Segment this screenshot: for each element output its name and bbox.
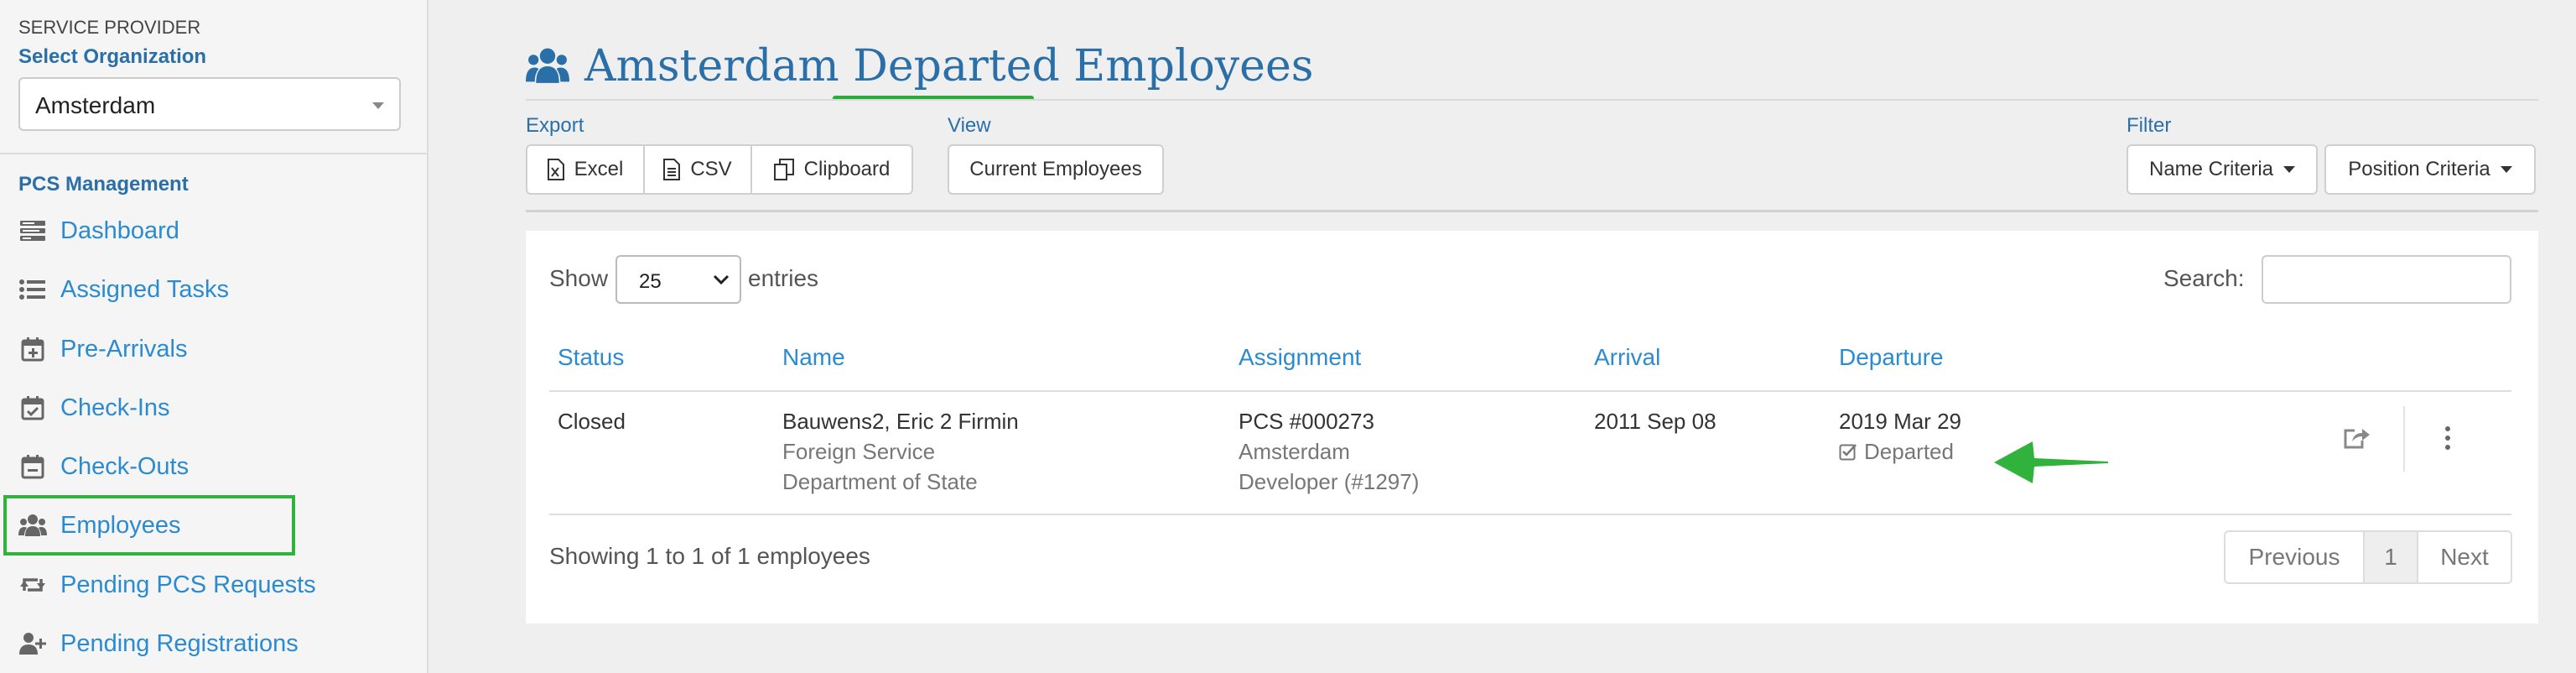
pagination: Previous 1 Next [2224, 530, 2512, 584]
user-plus-icon [18, 629, 47, 658]
employee-name: Bauwens2, Eric 2 Firmin [782, 409, 1019, 434]
sidebar-item-label: Pre-Arrivals [60, 335, 188, 363]
name-criteria-label: Name Criteria [2148, 158, 2274, 180]
assignment-position: Developer (#1297) [1239, 469, 1420, 494]
more-vertical-icon[interactable] [2444, 426, 2452, 450]
retweet-icon [18, 571, 47, 599]
departure-status-text: Departed [1864, 439, 1954, 464]
column-header-assignment[interactable]: Assignment [1239, 344, 1361, 371]
position-criteria-label: Position Criteria [2348, 158, 2490, 180]
sidebar-item-label: Pending Registrations [60, 629, 299, 657]
csv-button-label: CSV [690, 158, 732, 180]
calendar-minus-icon [18, 452, 47, 481]
assignment-number: PCS #000273 [1239, 409, 1374, 434]
current-employees-label: Current Employees [969, 158, 1142, 180]
sidebar-item-check-outs[interactable]: Check-Outs [18, 450, 189, 483]
chevron-down-icon [713, 269, 730, 290]
previous-page-button[interactable]: Previous [2225, 532, 2365, 582]
users-icon [526, 47, 569, 86]
organization-select-value: Amsterdam [35, 92, 156, 118]
current-employees-button[interactable]: Current Employees [948, 144, 1164, 195]
checkbox-checked-icon [1839, 442, 1857, 461]
kebab-dot [2445, 445, 2450, 450]
assignment-location: Amsterdam [1239, 439, 1350, 464]
table-info-text: Showing 1 to 1 of 1 employees [549, 543, 870, 569]
caret-down-icon [2283, 166, 2296, 173]
sidebar: SERVICE PROVIDER Select Organization Ams… [0, 0, 428, 673]
sidebar-item-label: Check-Ins [60, 394, 170, 421]
row-assignment: PCS #000273 Amsterdam Developer (#1297) [1239, 406, 1419, 497]
search-input[interactable] [2262, 255, 2511, 304]
sidebar-item-check-ins[interactable]: Check-Ins [18, 391, 170, 425]
list-icon [18, 275, 47, 304]
entries-label: entries [748, 265, 819, 291]
row-arrival: 2011 Sep 08 [1594, 406, 1716, 436]
calendar-plus-icon [18, 335, 47, 363]
column-header-arrival[interactable]: Arrival [1594, 344, 1660, 371]
row-status: Closed [558, 406, 626, 436]
sidebar-item-dashboard[interactable]: Dashboard [18, 214, 179, 248]
sidebar-item-pending-registrations[interactable]: Pending Registrations [18, 627, 299, 660]
clipboard-button-label: Clipboard [803, 158, 891, 180]
excel-button[interactable]: Excel [526, 144, 645, 195]
status-text: Closed [558, 409, 626, 434]
excel-button-label: Excel [574, 158, 624, 180]
excel-file-icon [547, 159, 564, 180]
view-label: View [948, 114, 991, 137]
search-label: Search: [2163, 265, 2245, 291]
position-criteria-dropdown[interactable]: Position Criteria [2324, 144, 2536, 195]
sidebar-item-assigned-tasks[interactable]: Assigned Tasks [18, 273, 229, 306]
annotation-arrow-icon [1992, 436, 2110, 493]
kebab-dot [2445, 436, 2450, 441]
column-header-status[interactable]: Status [558, 344, 624, 371]
departure-status: Departed [1839, 436, 1961, 467]
row-departure: 2019 Mar 29 Departed [1839, 406, 1961, 467]
caret-down-icon [372, 102, 384, 109]
sidebar-item-label: Dashboard [60, 217, 179, 244]
copy-icon [773, 159, 794, 180]
employee-agency: Foreign Service [782, 439, 936, 464]
page-title-text: Amsterdam Departed Employees [584, 41, 1314, 91]
employee-department: Department of State [782, 469, 978, 494]
entries-per-page-select[interactable]: 25 [615, 255, 741, 304]
clipboard-button[interactable]: Clipboard [750, 144, 913, 195]
filter-label: Filter [2127, 114, 2172, 137]
caret-down-icon [2500, 166, 2512, 173]
row-name: Bauwens2, Eric 2 Firmin Foreign Service … [782, 406, 1019, 497]
organization-select[interactable]: Amsterdam [18, 77, 401, 131]
page-1-button[interactable]: 1 [2365, 532, 2418, 582]
toolbar-divider [526, 210, 2538, 212]
share-icon[interactable] [2342, 425, 2371, 454]
employees-highlight-box [3, 495, 295, 556]
entries-per-page-value: 25 [639, 270, 662, 293]
table-bottom-divider [549, 514, 2511, 515]
sidebar-item-label: Assigned Tasks [60, 275, 229, 303]
file-text-icon [663, 159, 681, 180]
export-label: Export [526, 114, 584, 137]
actions-divider [2403, 406, 2405, 472]
sidebar-item-label: Pending PCS Requests [60, 571, 316, 598]
next-page-button[interactable]: Next [2418, 532, 2511, 582]
sidebar-item-pending-pcs-requests[interactable]: Pending PCS Requests [18, 568, 316, 602]
column-header-name[interactable]: Name [782, 344, 845, 371]
sidebar-item-label: Check-Outs [60, 452, 190, 480]
kebab-dot [2445, 426, 2450, 431]
csv-button[interactable]: CSV [643, 144, 752, 195]
name-criteria-dropdown[interactable]: Name Criteria [2127, 144, 2318, 195]
column-header-departure[interactable]: Departure [1839, 344, 1944, 371]
departure-date: 2019 Mar 29 [1839, 409, 1961, 434]
service-provider-label: SERVICE PROVIDER [18, 17, 201, 38]
select-organization-label: Select Organization [18, 45, 207, 68]
sidebar-item-pre-arrivals[interactable]: Pre-Arrivals [18, 332, 187, 366]
header-divider [526, 99, 2538, 101]
calendar-check-icon [18, 394, 47, 422]
dashboard-icon [18, 217, 47, 245]
pcs-management-heading: PCS Management [18, 173, 189, 196]
table-header-divider [549, 390, 2511, 392]
page-title: Amsterdam Departed Employees [526, 37, 1313, 96]
arrival-date: 2011 Sep 08 [1594, 409, 1716, 434]
sidebar-divider [0, 153, 427, 154]
show-label: Show [549, 265, 609, 291]
